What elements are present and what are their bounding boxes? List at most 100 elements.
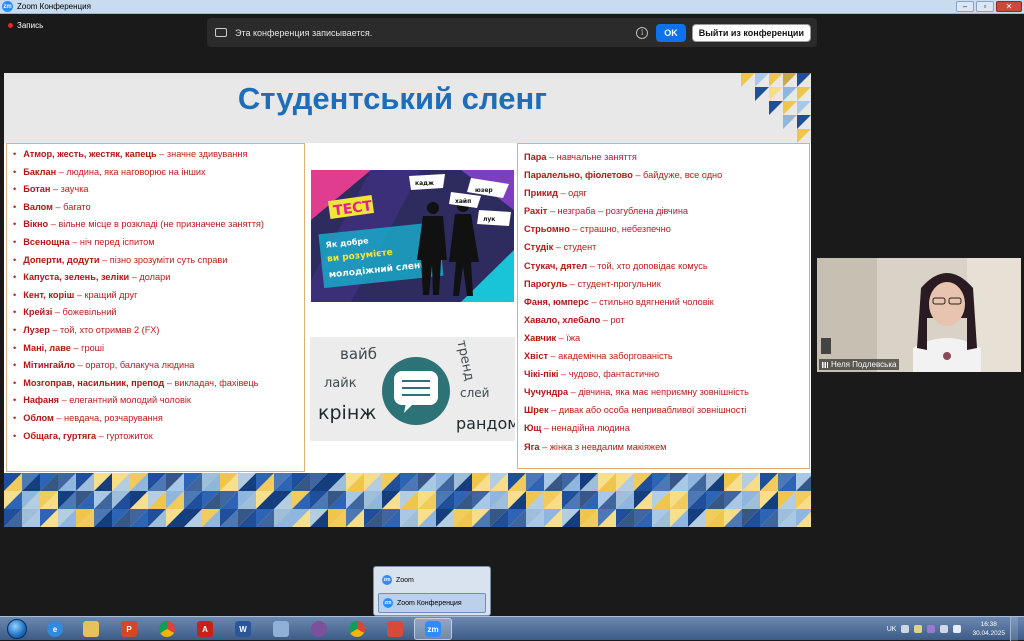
clock-time: 16:38 (980, 621, 997, 628)
slang-definition: – студент (553, 242, 597, 253)
ok-button[interactable]: OK (656, 23, 686, 42)
leave-meeting-button[interactable]: Выйти из конференции (691, 23, 811, 42)
slang-definition: – дивак або особа непривабливої зовнішно… (548, 405, 747, 416)
word-random: рандом (456, 414, 515, 433)
slang-term: Крейзі (23, 307, 53, 318)
slang-term: Мані, лаве (23, 342, 71, 353)
slang-definition: – ненадійна людина (541, 423, 630, 434)
slang-term: Парогуль (524, 278, 568, 289)
slang-term: Валом (23, 201, 53, 212)
minimize-button[interactable]: – (956, 1, 974, 12)
slang-term: Доперти, додути (23, 254, 100, 265)
slang-definition: – одяг (557, 188, 587, 199)
participant-name-tag: Неля Подлевська (819, 359, 900, 370)
bubble-2: юзер (475, 187, 493, 194)
slang-definition: – вільне місце в розкладі (не призначене… (48, 219, 264, 230)
slang-definition: – студент-прогульник (567, 278, 661, 289)
viber-tray-icon[interactable] (927, 625, 936, 633)
taskbar-chrome[interactable] (148, 618, 186, 640)
participant-video[interactable]: Неля Подлевська (817, 258, 1021, 372)
bubble-3: хайп (455, 198, 471, 205)
slang-definition: – невдача, розчарування (53, 412, 163, 423)
taskbar-zoom[interactable]: zm (414, 618, 452, 640)
close-button[interactable]: ✕ (996, 1, 1022, 12)
list-item: Шрек – дивак або особа непривабливої зов… (524, 401, 803, 419)
list-item: Кент, коріш – кращий друг (11, 287, 300, 305)
recording-indicator[interactable]: Запись (8, 21, 43, 30)
language-indicator[interactable]: UK (887, 626, 897, 633)
volume-icon[interactable] (953, 625, 962, 633)
slang-list-left: Атмор, жесть, жестяк, капець – значне зд… (6, 143, 305, 472)
taskbar-chrome-2[interactable] (338, 618, 376, 640)
slang-definition: – рот (600, 314, 625, 325)
slang-term: Мітингайло (23, 360, 76, 371)
list-item: Паралельно, фіолетово – байдуже, все одн… (524, 166, 803, 184)
bubble-1: кадж (415, 180, 434, 187)
list-item: Ющ – ненадійна людина (524, 419, 803, 437)
popup-item-label: Zoom Конференция (397, 599, 462, 607)
paint-icon (273, 621, 289, 637)
taskbar-word[interactable]: W (224, 618, 262, 640)
slang-term: Стукач, дятел (524, 260, 588, 271)
taskbar-ie[interactable]: e (36, 618, 74, 640)
keyboard-icon[interactable] (901, 625, 910, 633)
taskbar-powerpoint[interactable]: P (110, 618, 148, 640)
taskbar-viber[interactable] (300, 618, 338, 640)
network-icon[interactable] (940, 625, 949, 633)
right-term-list: Пара – навчальне заняття Паралельно, фіол… (524, 148, 803, 456)
list-item: Крейзі – божевільний (11, 304, 300, 322)
words-illustration: вайб тренд лайк крінж слей рандом (310, 337, 515, 441)
corner-pattern (741, 73, 811, 143)
slang-definition: – дівчина, яка має неприємну зовнішність (568, 387, 749, 398)
taskbar-paint[interactable] (262, 618, 300, 640)
list-item: Мітингайло – оратор, балакуча людина (11, 357, 300, 375)
list-item: Баклан – людина, яка наговорює на інших (11, 164, 300, 182)
slang-term: Всенощна (23, 236, 70, 247)
list-item: Вікно – вільне місце в розкладі (не приз… (11, 216, 300, 234)
recording-camera-icon (215, 28, 227, 37)
clock[interactable]: 16:38 30.04.2025 (972, 620, 1005, 638)
slang-term: Хвіст (524, 351, 548, 362)
presentation-icon (387, 621, 403, 637)
window-titlebar: zm Zoom Конференция – ▫ ✕ (0, 0, 1024, 14)
window-controls: – ▫ ✕ (956, 1, 1022, 12)
show-desktop-button[interactable] (1010, 617, 1018, 641)
slang-term: Ботан (23, 184, 51, 195)
slang-term: Студік (524, 242, 554, 253)
maximize-button[interactable]: ▫ (976, 1, 994, 12)
slang-definition: – людина, яка наговорює на інших (56, 166, 206, 177)
slang-test-image: ТЕСТ Як добре ви розумієте молодіжний сл… (311, 170, 514, 302)
info-icon[interactable]: i (636, 26, 649, 39)
popup-item-zoom-conference[interactable]: zm Zoom Конференция (378, 593, 486, 613)
slang-term: Стрьомно (524, 224, 570, 235)
slang-definition: – гуртожиток (96, 430, 153, 441)
list-item: Атмор, жесть, жестяк, капець – значне зд… (11, 146, 300, 164)
start-button[interactable] (2, 617, 32, 640)
word-slay: слей (460, 386, 489, 400)
list-item: Фаня, юмперс – стильно вдягнений чоловік (524, 293, 803, 311)
taskbar-acrobat[interactable]: A (186, 618, 224, 640)
slang-term: Баклан (23, 166, 57, 177)
slang-term: Пара (524, 152, 547, 162)
popup-item-zoom[interactable]: zm Zoom (378, 570, 486, 590)
slang-definition: – божевільний (52, 307, 117, 318)
chrome-icon (159, 621, 175, 637)
slang-definition: – гроші (70, 342, 105, 353)
list-item: Хавчик – їжа (524, 329, 803, 347)
zoom-icon: zm (425, 621, 441, 637)
list-item: Яга – жінка з невдалим макіяжем (524, 438, 803, 456)
slang-definition: – жінка з невдалим макіяжем (539, 441, 667, 452)
slang-definition: – байдуже, все одно (632, 170, 723, 181)
slang-definition: – викладач, фахівець (164, 377, 259, 388)
taskbar-explorer[interactable] (72, 618, 110, 640)
flag-icon[interactable] (914, 625, 923, 633)
slang-definition: – той, хто отримав 2 (FX) (49, 324, 160, 335)
windows-logo-icon (7, 618, 27, 639)
word-vibe: вайб (340, 345, 377, 363)
list-item: Облом – невдача, розчарування (11, 410, 300, 428)
slang-definition: – незграба – розгублена дівчина (547, 206, 689, 217)
taskbar-app[interactable] (376, 618, 414, 640)
list-item: Всенощна – ніч перед іспитом (11, 234, 300, 252)
slang-definition: – заучка (50, 184, 89, 195)
slang-term: Мозгоправ, насильник, препод (23, 377, 165, 388)
